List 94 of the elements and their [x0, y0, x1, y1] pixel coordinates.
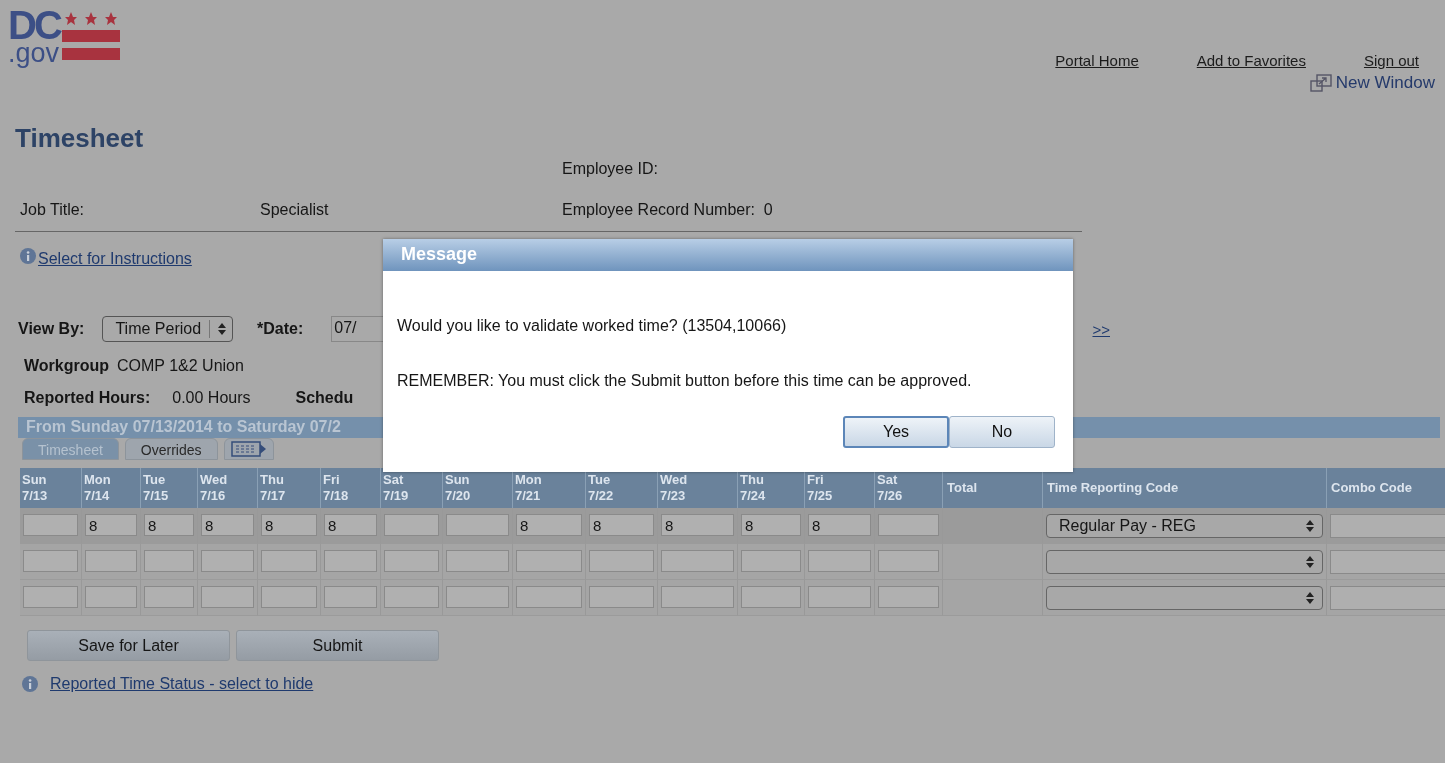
dialog-button[interactable]: No: [949, 416, 1055, 448]
time-reporting-code-select[interactable]: Regular Pay - REG: [1046, 514, 1323, 538]
day-column-header: Thu 7/17: [258, 468, 321, 508]
dialog-title: Message: [383, 239, 1073, 271]
hours-input[interactable]: [261, 550, 317, 572]
hours-input[interactable]: [446, 514, 509, 536]
hours-input[interactable]: [516, 550, 582, 572]
show-all-columns-tab[interactable]: [223, 438, 274, 460]
job-title-label: Job Title:: [20, 201, 86, 220]
hours-input[interactable]: [878, 514, 939, 536]
hours-input[interactable]: [808, 586, 871, 608]
hours-input[interactable]: [324, 586, 377, 608]
day-column-header: Wed 7/16: [198, 468, 258, 508]
hours-input[interactable]: [446, 586, 509, 608]
new-window-icon: [1309, 74, 1332, 92]
day-column-header: Mon 7/14: [82, 468, 141, 508]
hours-input[interactable]: [741, 550, 801, 572]
hours-input[interactable]: [589, 586, 654, 608]
next-period-link[interactable]: >>: [1092, 320, 1110, 338]
hours-input[interactable]: [261, 586, 317, 608]
hours-input[interactable]: [85, 586, 137, 608]
employee-id-label: Employee ID:: [562, 160, 660, 179]
dialog-reminder: REMEMBER: You must click the Submit button before this time can be approved.: [397, 371, 973, 391]
scheduled-label: Schedu: [295, 389, 354, 407]
hours-input[interactable]: [23, 550, 78, 572]
hours-input[interactable]: [878, 550, 939, 572]
dialog-button[interactable]: Yes: [843, 416, 949, 448]
time-reporting-code-select[interactable]: [1046, 550, 1323, 574]
hours-input[interactable]: [384, 514, 439, 536]
up-down-arrows-icon: [1306, 556, 1314, 568]
tab[interactable]: Overrides: [124, 438, 218, 460]
combo-code-input[interactable]: [1330, 550, 1445, 574]
dc-gov-logo: DC .gov: [8, 8, 120, 66]
view-by-label: View By:: [18, 320, 85, 338]
day-column-header: Tue 7/15: [141, 468, 198, 508]
hours-input[interactable]: 8: [741, 514, 801, 536]
reported-hours-label: Reported Hours:: [24, 389, 151, 407]
hours-input[interactable]: [201, 586, 254, 608]
hours-input[interactable]: [808, 550, 871, 572]
hours-input[interactable]: 8: [516, 514, 582, 536]
status-link[interactable]: Reported Time Status - select to hide: [50, 675, 314, 693]
hours-input[interactable]: 8: [589, 514, 654, 536]
hours-input[interactable]: [878, 586, 939, 608]
info-icon: [22, 676, 38, 692]
info-icon: [20, 248, 36, 264]
workgroup-value: COMP 1&2 Union: [117, 357, 244, 375]
hours-input[interactable]: [384, 586, 439, 608]
hours-input[interactable]: [589, 550, 654, 572]
hours-input[interactable]: [23, 514, 78, 536]
hours-input[interactable]: [661, 550, 734, 572]
day-column-header: Fri 7/18: [321, 468, 381, 508]
hours-input[interactable]: [85, 550, 137, 572]
dialog-question: Would you like to validate worked time? (13504,10066): [397, 316, 788, 336]
job-title-value: Specialist: [260, 201, 330, 220]
hours-input[interactable]: [201, 550, 254, 572]
page-title: Timesheet: [15, 123, 145, 154]
hours-input[interactable]: [661, 586, 734, 608]
hours-input[interactable]: [144, 550, 194, 572]
combo-code-input[interactable]: [1330, 586, 1445, 610]
hours-input[interactable]: 8: [261, 514, 317, 536]
combo-code-column-header: Combo Code: [1327, 468, 1445, 508]
up-down-arrows-icon: [1306, 592, 1314, 604]
up-down-arrows-icon: [1306, 520, 1314, 532]
hours-input[interactable]: [144, 586, 194, 608]
hours-input[interactable]: 8: [201, 514, 254, 536]
reported-hours-value: 0.00 Hours: [172, 389, 251, 407]
new-window-link[interactable]: New Window: [1309, 73, 1435, 93]
hours-input[interactable]: 8: [808, 514, 871, 536]
view-by-select[interactable]: Time Period: [102, 316, 234, 342]
record-number: Employee Record Number: 0: [562, 201, 774, 220]
hours-input[interactable]: 8: [324, 514, 377, 536]
workgroup-label: Workgroup: [24, 357, 110, 375]
form-button[interactable]: Save for Later: [27, 630, 230, 661]
hours-input[interactable]: 8: [144, 514, 194, 536]
date-label: *Date:: [257, 320, 304, 338]
header-link[interactable]: Sign out: [1363, 52, 1419, 69]
hours-input[interactable]: 8: [661, 514, 734, 536]
hours-input[interactable]: [741, 586, 801, 608]
combo-code-input[interactable]: [1330, 514, 1445, 538]
day-column-header: Sun 7/13: [20, 468, 82, 508]
form-button[interactable]: Submit: [236, 630, 439, 661]
hours-input[interactable]: [324, 550, 377, 572]
header-link[interactable]: Portal Home: [1055, 52, 1139, 69]
day-column-header: Sat 7/19: [381, 468, 443, 508]
trc-column-header: Time Reporting Code: [1043, 468, 1327, 508]
hours-input[interactable]: [23, 586, 78, 608]
hours-input[interactable]: [516, 586, 582, 608]
hours-input[interactable]: [446, 550, 509, 572]
hours-input[interactable]: 8: [85, 514, 137, 536]
up-down-arrows-icon: [218, 323, 227, 335]
hours-input[interactable]: [384, 550, 439, 572]
time-reporting-code-select[interactable]: [1046, 586, 1323, 610]
instructions-link[interactable]: Select for Instructions: [38, 250, 192, 268]
header-link[interactable]: Add to Favorites: [1196, 52, 1306, 69]
